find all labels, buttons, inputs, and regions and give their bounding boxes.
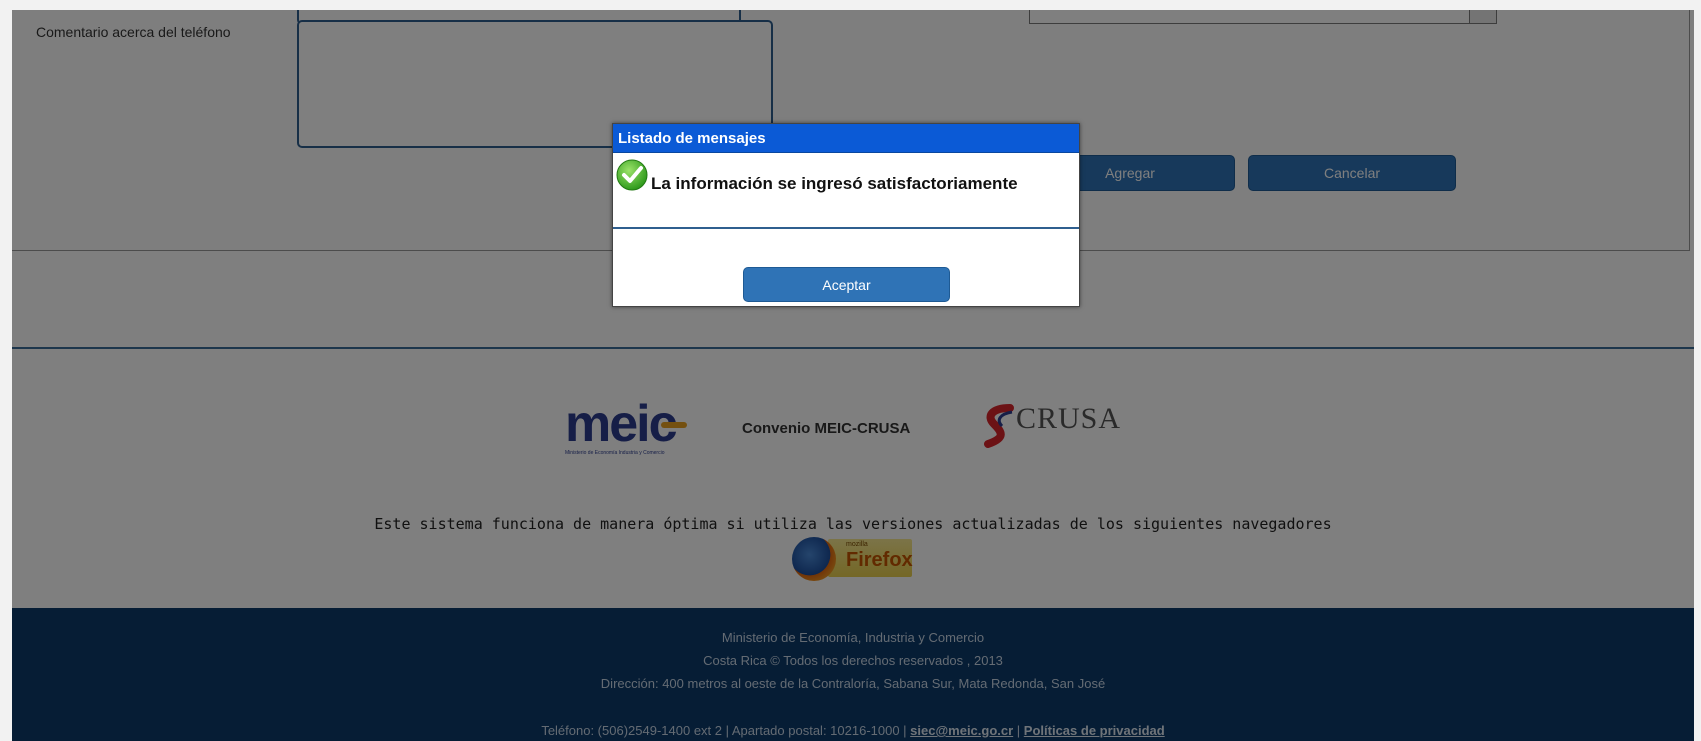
dialog-message-row: La información se ingresó satisfactoriam… xyxy=(613,158,1079,198)
dialog-title: Listado de mensajes xyxy=(613,124,1079,153)
modal-overlay xyxy=(12,10,1694,741)
check-circle-icon xyxy=(616,159,648,191)
aceptar-button[interactable]: Aceptar xyxy=(743,267,950,302)
message-dialog: Listado de mensajes La información se in… xyxy=(612,123,1080,307)
dialog-message: La información se ingresó satisfactoriam… xyxy=(651,174,1018,193)
dialog-separator xyxy=(613,227,1079,229)
